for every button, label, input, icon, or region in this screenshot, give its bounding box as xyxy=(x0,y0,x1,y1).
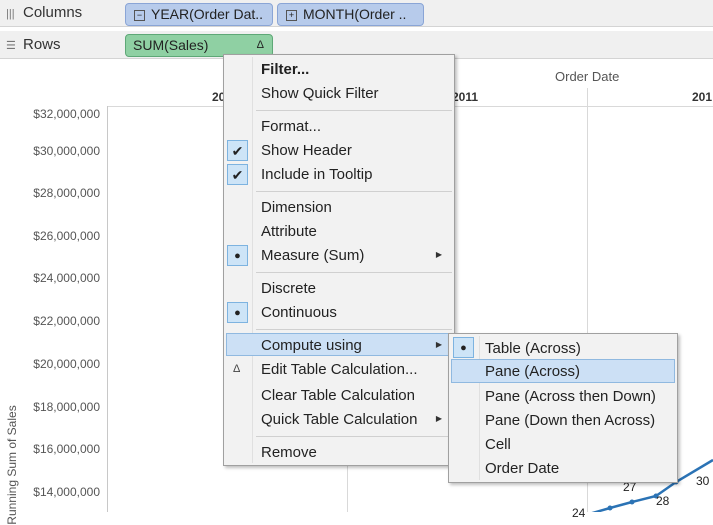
radio-dot-icon: ● xyxy=(227,302,248,323)
rows-icon: ☰ xyxy=(6,40,16,52)
submenu-item-table-across[interactable]: Table (Across) xyxy=(485,340,581,357)
submenu-arrow-icon: ▶ xyxy=(435,250,442,259)
rows-shelf-label: Rows xyxy=(23,36,61,53)
menu-item-edit-table-calculation[interactable]: Edit Table Calculation... xyxy=(261,361,417,378)
menu-separator xyxy=(256,272,452,273)
menu-item-attribute[interactable]: Attribute xyxy=(261,223,317,240)
submenu-arrow-icon: ▶ xyxy=(435,340,442,349)
check-icon: ✔ xyxy=(227,140,248,161)
year-order-date-pill[interactable]: − YEAR(Order Dat.. xyxy=(125,3,273,26)
menu-item-filter[interactable]: Filter... xyxy=(261,61,309,78)
collapse-icon[interactable]: − xyxy=(134,10,145,21)
sum-sales-pill-label: SUM(Sales) xyxy=(133,37,209,53)
menu-item-discrete[interactable]: Discrete xyxy=(261,280,316,297)
menu-item-quick-table-calculation[interactable]: Quick Table Calculation xyxy=(261,411,417,428)
menu-item-continuous[interactable]: Continuous xyxy=(261,304,337,321)
menu-separator xyxy=(256,436,452,437)
radio-dot-icon: ● xyxy=(227,245,248,266)
columns-shelf: ||| Columns − YEAR(Order Dat.. + MONTH(Ord… xyxy=(0,0,713,27)
menu-item-show-quick-filter[interactable]: Show Quick Filter xyxy=(261,85,379,102)
data-point xyxy=(629,499,635,505)
submenu-item-order-date[interactable]: Order Date xyxy=(485,460,559,477)
month-order-date-pill[interactable]: + MONTH(Order .. xyxy=(277,3,424,26)
delta-icon: Δ xyxy=(233,363,241,375)
point-label: 30 xyxy=(696,474,710,488)
menu-gutter xyxy=(252,57,253,463)
data-point xyxy=(607,505,613,511)
table-calc-delta-icon: Δ xyxy=(256,39,264,51)
menu-item-dimension[interactable]: Dimension xyxy=(261,199,332,216)
point-label: 28 xyxy=(656,494,670,508)
menu-separator xyxy=(256,110,452,111)
menu-item-clear-table-calculation[interactable]: Clear Table Calculation xyxy=(261,387,415,404)
menu-separator xyxy=(256,191,452,192)
menu-item-show-header[interactable]: Show Header xyxy=(261,142,352,159)
menu-item-format[interactable]: Format... xyxy=(261,118,321,135)
year-pill-label: YEAR(Order Dat.. xyxy=(151,6,264,22)
submenu-item-cell[interactable]: Cell xyxy=(485,436,511,453)
compute-using-submenu: ● Table (Across) Pane (Across) Pane (Acr… xyxy=(448,333,678,483)
expand-icon[interactable]: + xyxy=(286,10,297,21)
month-pill-label: MONTH(Order .. xyxy=(303,6,407,22)
submenu-item-pane-down-then-across[interactable]: Pane (Down then Across) xyxy=(485,412,655,429)
menu-item-measure-sum[interactable]: Measure (Sum) xyxy=(261,247,364,264)
submenu-item-pane-across-then-down[interactable]: Pane (Across then Down) xyxy=(485,388,656,405)
columns-shelf-label: Columns xyxy=(23,4,83,21)
columns-icon: ||| xyxy=(6,8,15,20)
menu-separator xyxy=(256,329,452,330)
submenu-item-pane-across[interactable]: Pane (Across) xyxy=(485,363,580,380)
menu-gutter xyxy=(479,336,480,480)
submenu-arrow-icon: ▶ xyxy=(435,414,442,423)
menu-item-compute-using[interactable]: Compute using xyxy=(261,337,362,354)
menu-item-remove[interactable]: Remove xyxy=(261,444,317,461)
check-icon: ✔ xyxy=(227,164,248,185)
point-label: 24 xyxy=(572,506,586,520)
pill-context-menu: Filter... Show Quick Filter Format... ✔ … xyxy=(223,54,455,466)
menu-item-include-in-tooltip[interactable]: Include in Tooltip xyxy=(261,166,372,183)
radio-dot-icon: ● xyxy=(453,337,474,358)
